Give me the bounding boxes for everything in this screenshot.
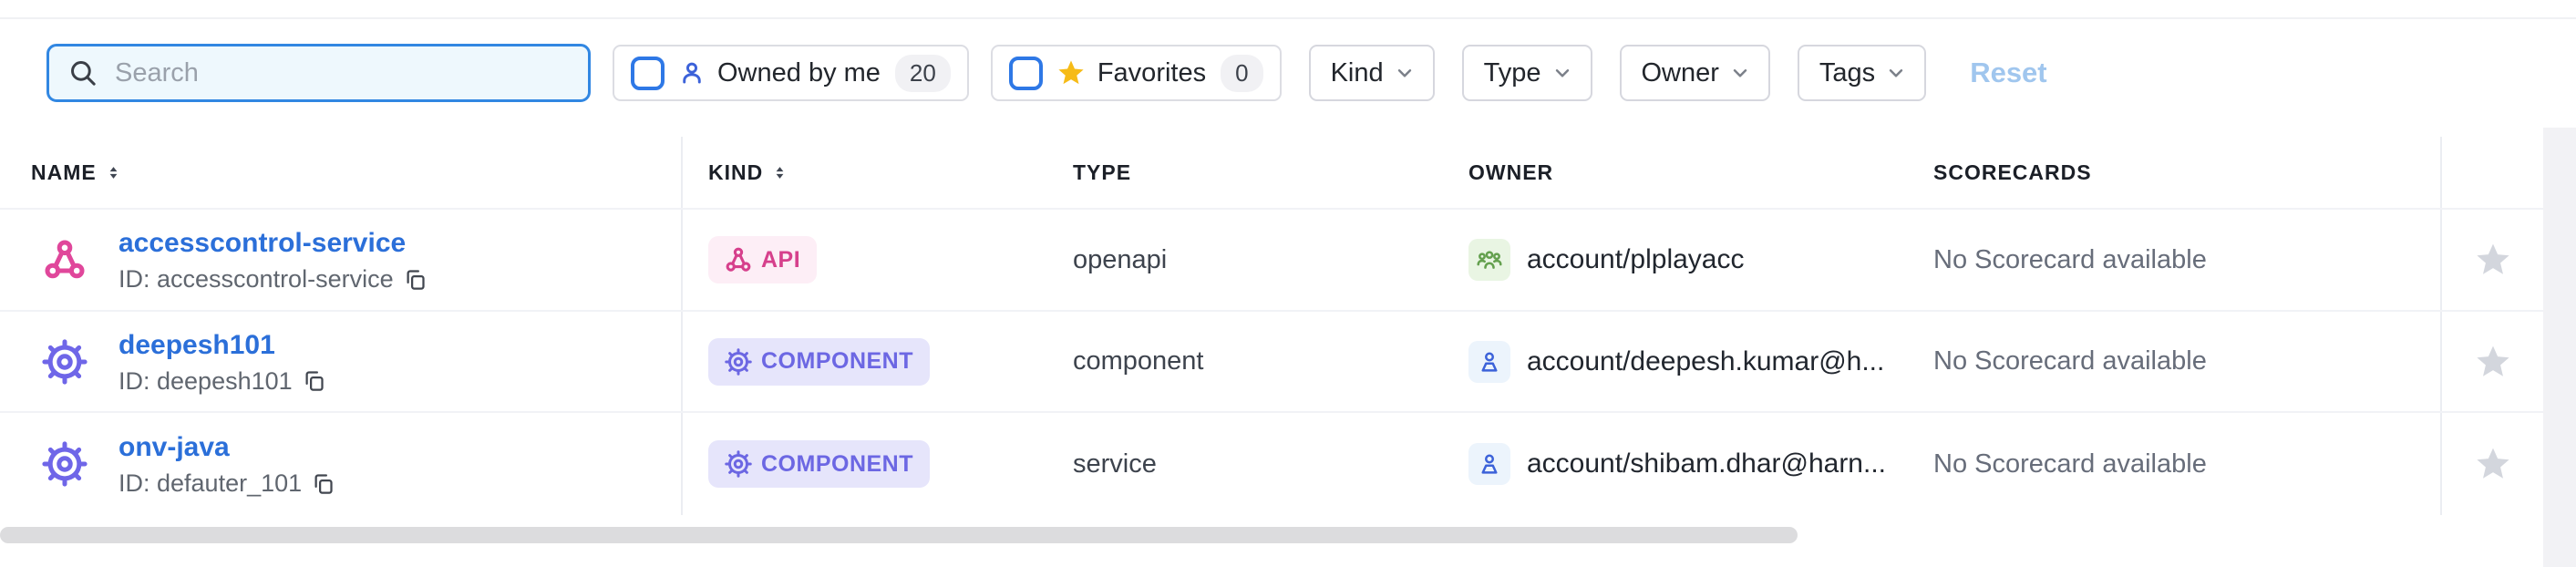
owner-dropdown[interactable]: Owner	[1620, 45, 1770, 101]
column-header-scorecards: SCORECARDS	[1908, 137, 2442, 208]
kind-badge: API	[708, 236, 817, 284]
gear-icon	[725, 450, 752, 478]
table-row[interactable]: deepesh101 ID: deepesh101	[0, 310, 2543, 411]
chevron-down-icon	[1884, 61, 1908, 85]
favorites-count: 0	[1221, 55, 1262, 92]
entity-id: ID: deepesh101	[118, 367, 293, 395]
owned-by-me-checkbox[interactable]	[631, 57, 665, 90]
type-dropdown-label: Type	[1484, 58, 1541, 88]
type-dropdown[interactable]: Type	[1462, 45, 1592, 101]
entity-table: NAME KIND TYPE OWNER SCORECARDS	[0, 137, 2543, 515]
copy-icon[interactable]	[302, 368, 326, 393]
favorites-filter[interactable]: Favorites 0	[991, 45, 1282, 101]
owned-by-me-label: Owned by me	[717, 58, 881, 88]
gear-icon	[42, 339, 88, 385]
chevron-down-icon	[1728, 61, 1752, 85]
kind-dropdown[interactable]: Kind	[1309, 45, 1435, 101]
api-icon	[725, 246, 752, 273]
column-header-kind[interactable]: KIND	[683, 137, 1047, 208]
copy-icon[interactable]	[311, 471, 335, 496]
owner-dropdown-label: Owner	[1642, 58, 1719, 88]
copy-icon[interactable]	[403, 267, 428, 292]
kind-badge: COMPONENT	[708, 440, 930, 488]
favorite-toggle[interactable]	[2442, 312, 2543, 411]
group-icon	[1468, 239, 1510, 281]
owned-by-me-filter[interactable]: Owned by me 20	[613, 45, 969, 101]
search-input[interactable]	[115, 58, 552, 88]
sort-icon	[772, 165, 788, 180]
scorecard-status: No Scorecard available	[1933, 449, 2207, 479]
entity-owner: account/plplayacc	[1527, 244, 1744, 275]
chevron-down-icon	[1551, 61, 1574, 85]
vertical-scrollbar-track	[2543, 128, 2576, 567]
reset-filters-button[interactable]: Reset	[1970, 57, 2046, 89]
search-icon	[67, 57, 98, 88]
scorecard-status: No Scorecard available	[1933, 346, 2207, 376]
star-icon	[2473, 444, 2513, 484]
column-header-type: TYPE	[1047, 137, 1443, 208]
entity-type: component	[1073, 346, 1204, 376]
column-header-name[interactable]: NAME	[0, 137, 683, 208]
tags-dropdown[interactable]: Tags	[1798, 45, 1926, 101]
column-header-owner: OWNER	[1443, 137, 1908, 208]
entity-type: service	[1073, 449, 1157, 479]
entity-name-link[interactable]: onv-java	[118, 431, 335, 464]
entity-owner: account/shibam.dhar@harn...	[1527, 448, 1886, 479]
table-row[interactable]: onv-java ID: defauter_101	[0, 411, 2543, 515]
entity-type: openapi	[1073, 245, 1167, 275]
search-box[interactable]	[46, 44, 591, 102]
column-header-actions	[2442, 137, 2543, 208]
favorite-toggle[interactable]	[2442, 413, 2543, 515]
entity-id: ID: accesscontrol-service	[118, 265, 394, 293]
sort-icon	[106, 165, 121, 180]
person-icon	[677, 58, 706, 88]
gear-icon	[42, 441, 88, 487]
filter-toolbar: Owned by me 20 Favorites 0 Kind Type Own…	[46, 43, 2047, 103]
owned-by-me-count: 20	[895, 55, 951, 92]
tags-dropdown-label: Tags	[1819, 58, 1875, 88]
api-icon	[42, 237, 88, 283]
catalog-page: Owned by me 20 Favorites 0 Kind Type Own…	[0, 0, 2576, 567]
entity-name-link[interactable]: accesscontrol-service	[118, 227, 428, 260]
chevron-down-icon	[1393, 61, 1417, 85]
entity-id: ID: defauter_101	[118, 469, 302, 497]
gear-icon	[725, 348, 752, 376]
table-header-row: NAME KIND TYPE OWNER SCORECARDS	[0, 137, 2543, 208]
favorites-checkbox[interactable]	[1009, 57, 1043, 90]
star-icon	[2473, 240, 2513, 280]
favorites-label: Favorites	[1097, 58, 1206, 88]
horizontal-scrollbar-thumb[interactable]	[0, 527, 1798, 543]
table-row[interactable]: accesscontrol-service ID: accesscontrol-…	[0, 208, 2543, 310]
favorite-toggle[interactable]	[2442, 210, 2543, 310]
person-icon	[1468, 443, 1510, 485]
entity-owner: account/deepesh.kumar@h...	[1527, 346, 1884, 377]
person-icon	[1468, 341, 1510, 383]
kind-badge: COMPONENT	[708, 338, 930, 386]
top-divider	[0, 17, 2576, 19]
star-icon	[2473, 342, 2513, 382]
entity-name-link[interactable]: deepesh101	[118, 329, 326, 362]
kind-dropdown-label: Kind	[1331, 58, 1384, 88]
favorite-star-icon	[1056, 57, 1087, 88]
scorecard-status: No Scorecard available	[1933, 245, 2207, 275]
